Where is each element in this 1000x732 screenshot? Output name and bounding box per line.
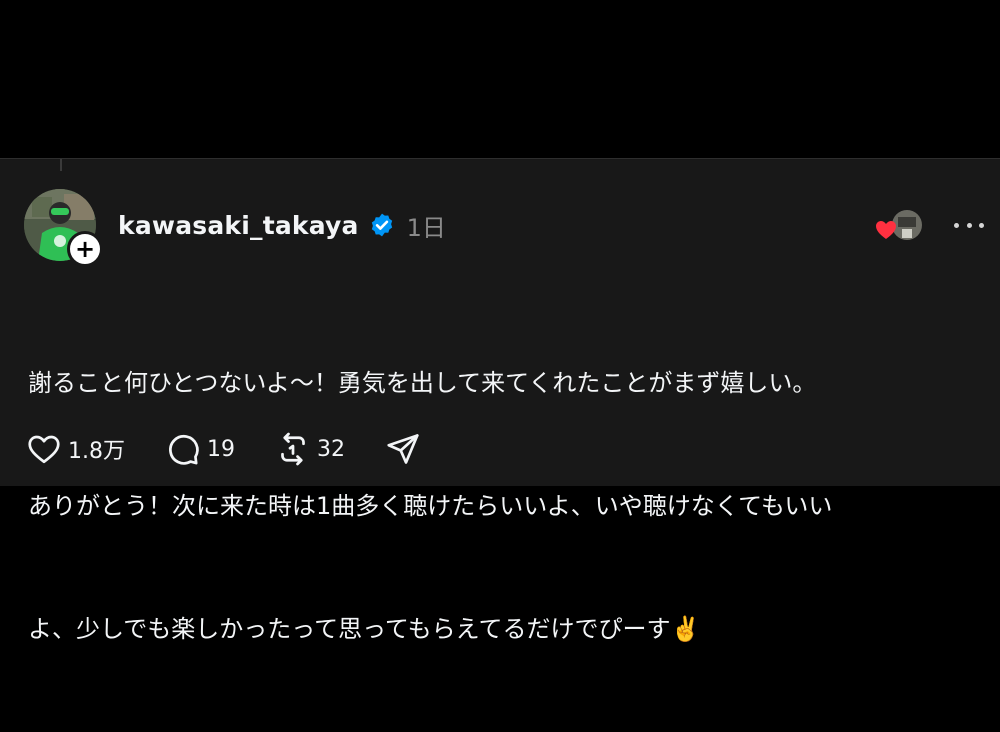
post-body-line: 謝ること何ひとつないよ〜！勇気を出して来てくれたことがまず嬉しい。: [28, 369, 817, 397]
post-body: 謝ること何ひとつないよ〜！勇気を出して来てくれたことがまず嬉しい。 ありがとう！…: [28, 281, 978, 732]
more-dot-icon: [966, 222, 972, 228]
like-count: 1.8万: [68, 439, 125, 464]
repost-count: 32: [317, 436, 345, 462]
speech-bubble-icon: [169, 435, 199, 465]
post-header: kawasaki_takaya 1日: [118, 207, 446, 243]
username[interactable]: kawasaki_takaya: [118, 211, 359, 240]
post-card[interactable]: + kawasaki_takaya 1日 謝ること何ひとつないよ〜！勇気を出して…: [0, 158, 1000, 643]
repost-button[interactable]: 32: [275, 431, 345, 467]
reply-button[interactable]: 19: [165, 431, 235, 467]
post-body-line: よ、少しでも楽しかったって思ってもらえてるだけでぴーす✌️: [28, 615, 701, 643]
more-dot-icon: [979, 222, 984, 228]
more-options-icon[interactable]: [954, 213, 984, 237]
send-icon: [387, 434, 419, 464]
share-button[interactable]: [385, 431, 421, 467]
follow-plus-icon[interactable]: +: [67, 231, 103, 267]
post-timestamp: 1日: [406, 213, 446, 242]
more-dot-icon: [954, 222, 959, 228]
heart-icon: [28, 435, 60, 464]
verified-badge-icon: [371, 213, 392, 237]
like-button[interactable]: 1.8万: [26, 431, 125, 467]
repost-icon: [281, 432, 305, 466]
liked-by-avatar-icon[interactable]: [876, 209, 924, 243]
thread-line: [60, 159, 62, 171]
post-body-line: ありがとう！次に来た時は1曲多く聴けたらいいよ、いや聴けなくてもいい: [28, 492, 833, 520]
post-actions: 1.8万 19 32: [26, 431, 461, 467]
reply-count: 19: [207, 436, 235, 462]
